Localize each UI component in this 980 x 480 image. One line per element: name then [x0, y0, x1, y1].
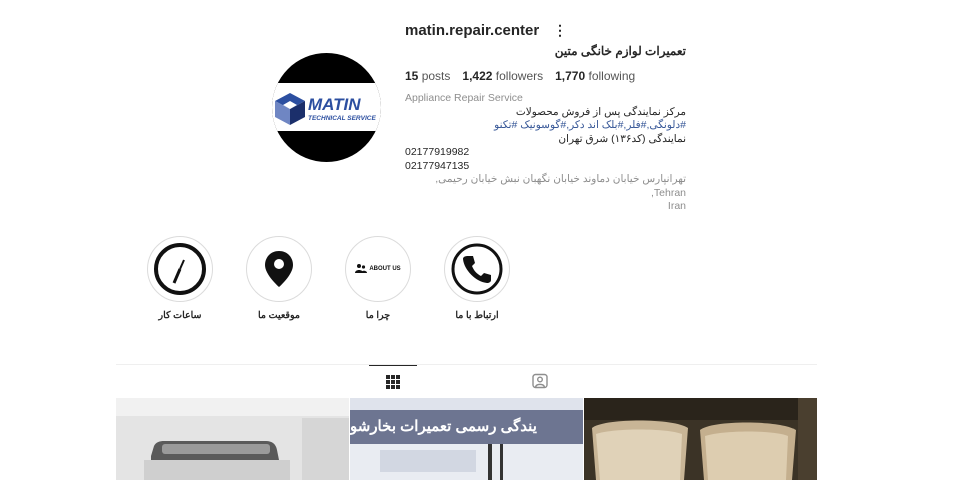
bio-hashtags[interactable]: #دلونگی,#فلر,#بلک اند دکر,#گوسونیک #تکنو — [405, 119, 686, 133]
bio-location-line-1: تهرانپارس خیابان دماوند خیابان نگهبان نب… — [435, 173, 686, 199]
profile-username: matin.repair.center — [405, 22, 540, 39]
highlight-ring — [444, 236, 510, 302]
profile-bio: Appliance Repair Service مرکز نمایندگی پ… — [405, 92, 686, 214]
profile-avatar[interactable]: MATIN TECHNICAL SERVICE — [272, 53, 381, 162]
bio-line-agency: نمایندگی (کد۱۳۶) شرق تهران — [558, 132, 686, 145]
bio-location-line-2: Iran — [667, 200, 686, 212]
location-pin-icon — [265, 251, 293, 287]
highlight-ring: ABOUT US — [345, 236, 411, 302]
profile-full-name: تعمیرات لوازم خانگی متین — [554, 44, 686, 58]
tagged-icon — [532, 373, 548, 389]
tab-posts[interactable] — [369, 365, 417, 398]
following-stat[interactable]: 1,770 following — [555, 69, 635, 83]
profile-stats: 15 posts 1,422 followers 1,770 following — [405, 69, 635, 83]
grid-icon — [386, 375, 400, 389]
tab-tagged[interactable] — [516, 365, 564, 397]
avatar-brand-text: MATIN — [308, 95, 361, 114]
posts-stat: 15 posts — [405, 69, 450, 83]
highlight-ring — [246, 236, 312, 302]
following-count: 1,770 — [555, 69, 586, 83]
highlight-why-us[interactable]: ABOUT US چرا ما — [333, 236, 423, 321]
post-thumbnail[interactable]: یندگی رسمی تعمیرات بخارشو — [350, 398, 583, 480]
highlight-contact-us[interactable]: ارتباط با ما — [432, 236, 522, 321]
posts-label: posts — [421, 69, 451, 83]
clock-icon — [154, 243, 206, 295]
bio-location: تهرانپارس خیابان دماوند خیابان نگهبان نب… — [405, 173, 686, 214]
highlight-location[interactable]: موقعیت ما — [234, 236, 324, 321]
post-thumbnail[interactable] — [584, 398, 817, 480]
highlight-label: ساعات کار — [158, 310, 202, 321]
bio-phone-1: 02177919982 — [405, 146, 470, 158]
phone-icon — [451, 243, 503, 295]
highlight-label: ارتباط با ما — [455, 310, 499, 321]
followers-label: followers — [495, 69, 544, 83]
bio-phone-2: 02177947135 — [405, 159, 470, 172]
about-us-icon — [355, 264, 368, 273]
post-banner-text: یندگی رسمی تعمیرات بخارشو — [350, 418, 537, 435]
posts-count: 15 — [405, 69, 419, 83]
about-us-icon-text: ABOUT US — [369, 266, 401, 272]
avatar-brand-subtext: TECHNICAL SERVICE — [308, 115, 376, 122]
followers-stat[interactable]: 1,422 followers — [462, 69, 543, 83]
highlight-ring — [147, 236, 213, 302]
post-image — [116, 398, 349, 480]
post-cable — [488, 444, 492, 480]
post-thumbnail[interactable] — [116, 398, 349, 480]
post-cable — [500, 444, 503, 480]
highlight-label: موقعیت ما — [258, 310, 300, 321]
post-image — [584, 398, 817, 480]
post-device — [380, 450, 476, 472]
bio-line-service: مرکز نمایندگی پس از فروش محصولات — [515, 105, 686, 118]
profile-tab-bar — [116, 364, 817, 399]
following-label: following — [588, 69, 636, 83]
bio-category: Appliance Repair Service — [405, 92, 523, 104]
highlight-label: چرا ما — [365, 310, 391, 321]
logo-cube-icon — [275, 93, 305, 125]
more-options-icon[interactable]: ⋮ — [553, 22, 567, 39]
followers-count: 1,422 — [462, 69, 493, 83]
highlight-work-hours[interactable]: ساعات کار — [135, 236, 225, 321]
